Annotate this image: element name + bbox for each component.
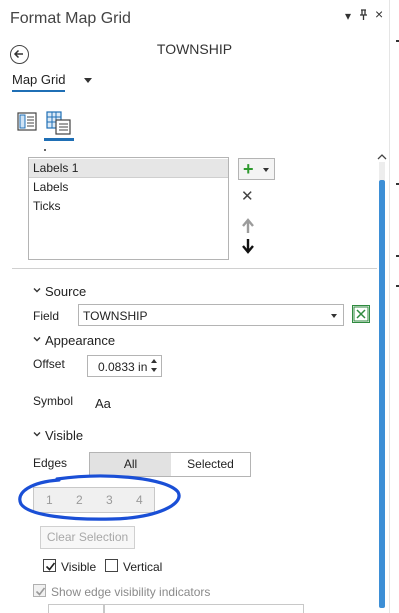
- plus-icon: +: [243, 159, 254, 179]
- hand-drawn-circle-annotation: [18, 474, 181, 521]
- chevron-down-icon: [33, 337, 41, 342]
- pane-titlebar: Format Map Grid ▾ ×: [0, 0, 389, 38]
- bottom-tab[interactable]: [104, 604, 304, 613]
- symbol-preview-button[interactable]: Aa: [95, 396, 111, 411]
- pane-title: Format Map Grid: [10, 10, 131, 27]
- show-indicators-checkbox[interactable]: [33, 584, 46, 597]
- expression-button[interactable]: [352, 305, 370, 323]
- vertical-scrollbar[interactable]: [377, 150, 387, 610]
- delete-component-button[interactable]: ✕: [241, 187, 254, 205]
- field-value: TOWNSHIP: [83, 309, 148, 323]
- offset-value: 0.0833 in: [98, 360, 148, 374]
- format-map-grid-pane: Format Map Grid ▾ × TOWNSHIP Map Grid La…: [0, 0, 399, 613]
- element-type-dropdown[interactable]: Map Grid: [12, 72, 66, 92]
- edges-label: Edges: [33, 456, 68, 470]
- spin-down-icon[interactable]: [151, 368, 157, 372]
- appearance-section-header[interactable]: Appearance: [33, 333, 115, 348]
- clear-selection-button[interactable]: Clear Selection: [40, 526, 135, 549]
- expression-icon: [353, 306, 369, 322]
- chevron-down-icon: [33, 288, 41, 293]
- layer-name: TOWNSHIP: [156, 41, 233, 57]
- checkmark-icon: [45, 562, 56, 571]
- tab-grid-components-icon[interactable]: [46, 110, 72, 136]
- field-label: Field: [33, 309, 60, 323]
- move-up-button[interactable]: [241, 218, 255, 234]
- list-item[interactable]: Ticks: [29, 197, 228, 216]
- adjacent-pane-edge: [389, 0, 399, 613]
- arrow-up-icon: [242, 218, 254, 233]
- vertical-checkbox[interactable]: [105, 559, 118, 572]
- active-tab-indicator: [44, 138, 74, 141]
- add-component-button[interactable]: +: [238, 158, 275, 180]
- vertical-checkbox-label: Vertical: [123, 560, 163, 574]
- chevron-down-icon: [331, 314, 337, 318]
- grid-components-list[interactable]: Labels 1 Labels Ticks: [28, 157, 229, 260]
- checkmark-icon: [35, 587, 46, 596]
- visible-checkbox-label: Visible: [61, 560, 97, 574]
- scroll-up-icon[interactable]: [377, 150, 387, 160]
- spin-up-icon[interactable]: [151, 359, 157, 363]
- symbol-label: Symbol: [33, 394, 74, 408]
- source-heading: Source: [45, 284, 87, 299]
- show-indicators-label: Show edge visibility indicators: [51, 585, 211, 599]
- chevron-down-icon: [33, 432, 41, 437]
- section-divider: [12, 268, 377, 269]
- scroll-track[interactable]: [379, 162, 385, 180]
- visible-heading: Visible: [45, 428, 84, 443]
- bottom-tab[interactable]: [48, 604, 104, 613]
- appearance-heading: Appearance: [45, 333, 116, 348]
- arrow-down-icon: [242, 239, 254, 254]
- visible-checkbox[interactable]: [43, 559, 56, 572]
- visible-section-header[interactable]: Visible: [33, 428, 83, 443]
- segment-all-button[interactable]: All: [90, 453, 171, 476]
- list-item[interactable]: Labels: [29, 178, 228, 197]
- pane-menu-icon[interactable]: ▾: [345, 9, 351, 23]
- close-icon[interactable]: ×: [375, 6, 383, 22]
- chevron-down-icon[interactable]: [84, 78, 92, 83]
- scroll-thumb[interactable]: [379, 180, 385, 608]
- offset-label: Offset: [33, 357, 65, 371]
- list-item[interactable]: Labels 1: [29, 159, 228, 178]
- source-section-header[interactable]: Source: [33, 284, 86, 299]
- offset-stepper[interactable]: 0.0833 in: [87, 355, 162, 377]
- pin-icon[interactable]: [359, 9, 368, 24]
- tab-options-icon[interactable]: [16, 110, 42, 136]
- chevron-down-icon: [263, 168, 269, 172]
- field-select[interactable]: TOWNSHIP: [78, 304, 344, 326]
- move-down-button[interactable]: [241, 238, 255, 254]
- tab-marker: [44, 149, 46, 151]
- segment-selected-button[interactable]: Selected: [171, 453, 250, 476]
